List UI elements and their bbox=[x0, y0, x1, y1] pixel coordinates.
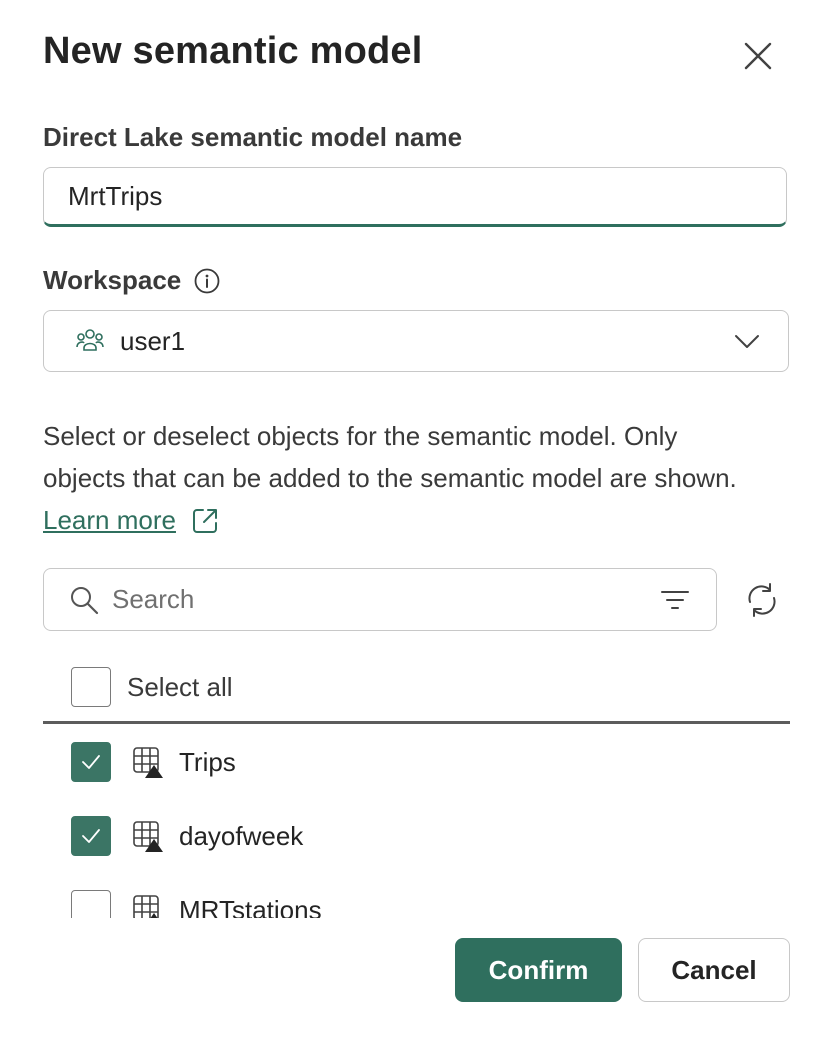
workspace-people-icon bbox=[76, 329, 104, 351]
dayofweek-checkbox[interactable] bbox=[71, 816, 111, 856]
chevron-down-icon bbox=[735, 335, 759, 348]
list-item-trips[interactable]: Trips bbox=[71, 742, 236, 782]
description: Select or deselect objects for the seman… bbox=[43, 415, 763, 541]
filter-icon[interactable] bbox=[658, 583, 692, 617]
description-text: Select or deselect objects for the seman… bbox=[43, 421, 737, 493]
confirm-button[interactable]: Confirm bbox=[455, 938, 622, 1002]
dialog-title: New semantic model bbox=[43, 30, 423, 72]
list-item-mrtstations[interactable]: MRTstations bbox=[71, 890, 322, 918]
select-all-row[interactable]: Select all bbox=[71, 667, 233, 707]
workspace-label-row: Workspace bbox=[43, 265, 221, 296]
model-name-label: Direct Lake semantic model name bbox=[43, 122, 463, 152]
checkmark-icon bbox=[82, 829, 100, 843]
checkmark-icon bbox=[82, 755, 100, 769]
table-icon bbox=[133, 895, 159, 918]
list-item-dayofweek[interactable]: dayofweek bbox=[71, 816, 303, 856]
table-icon bbox=[133, 747, 163, 778]
table-icon bbox=[133, 821, 163, 852]
object-list[interactable]: Trips dayofweek MRTstations bbox=[43, 724, 790, 918]
cancel-button[interactable]: Cancel bbox=[638, 938, 790, 1002]
select-all-checkbox[interactable] bbox=[71, 667, 111, 707]
select-all-label: Select all bbox=[127, 671, 233, 702]
model-name-input[interactable] bbox=[43, 167, 787, 227]
external-link-icon[interactable] bbox=[190, 506, 220, 536]
info-icon[interactable] bbox=[193, 267, 221, 295]
mrtstations-checkbox[interactable] bbox=[71, 890, 111, 918]
workspace-value: user1 bbox=[120, 325, 186, 356]
workspace-dropdown[interactable]: user1 bbox=[43, 310, 789, 372]
close-icon[interactable] bbox=[738, 36, 778, 76]
search-icon bbox=[71, 586, 99, 614]
trips-checkbox[interactable] bbox=[71, 742, 111, 782]
search-box[interactable] bbox=[43, 568, 717, 631]
refresh-icon[interactable] bbox=[742, 580, 782, 620]
learn-more-link[interactable]: Learn more bbox=[43, 505, 176, 535]
workspace-label: Workspace bbox=[43, 265, 182, 295]
object-name: dayofweek bbox=[179, 820, 304, 851]
object-name: Trips bbox=[179, 746, 236, 777]
object-name: MRTstations bbox=[179, 894, 322, 919]
search-input[interactable] bbox=[110, 583, 658, 616]
